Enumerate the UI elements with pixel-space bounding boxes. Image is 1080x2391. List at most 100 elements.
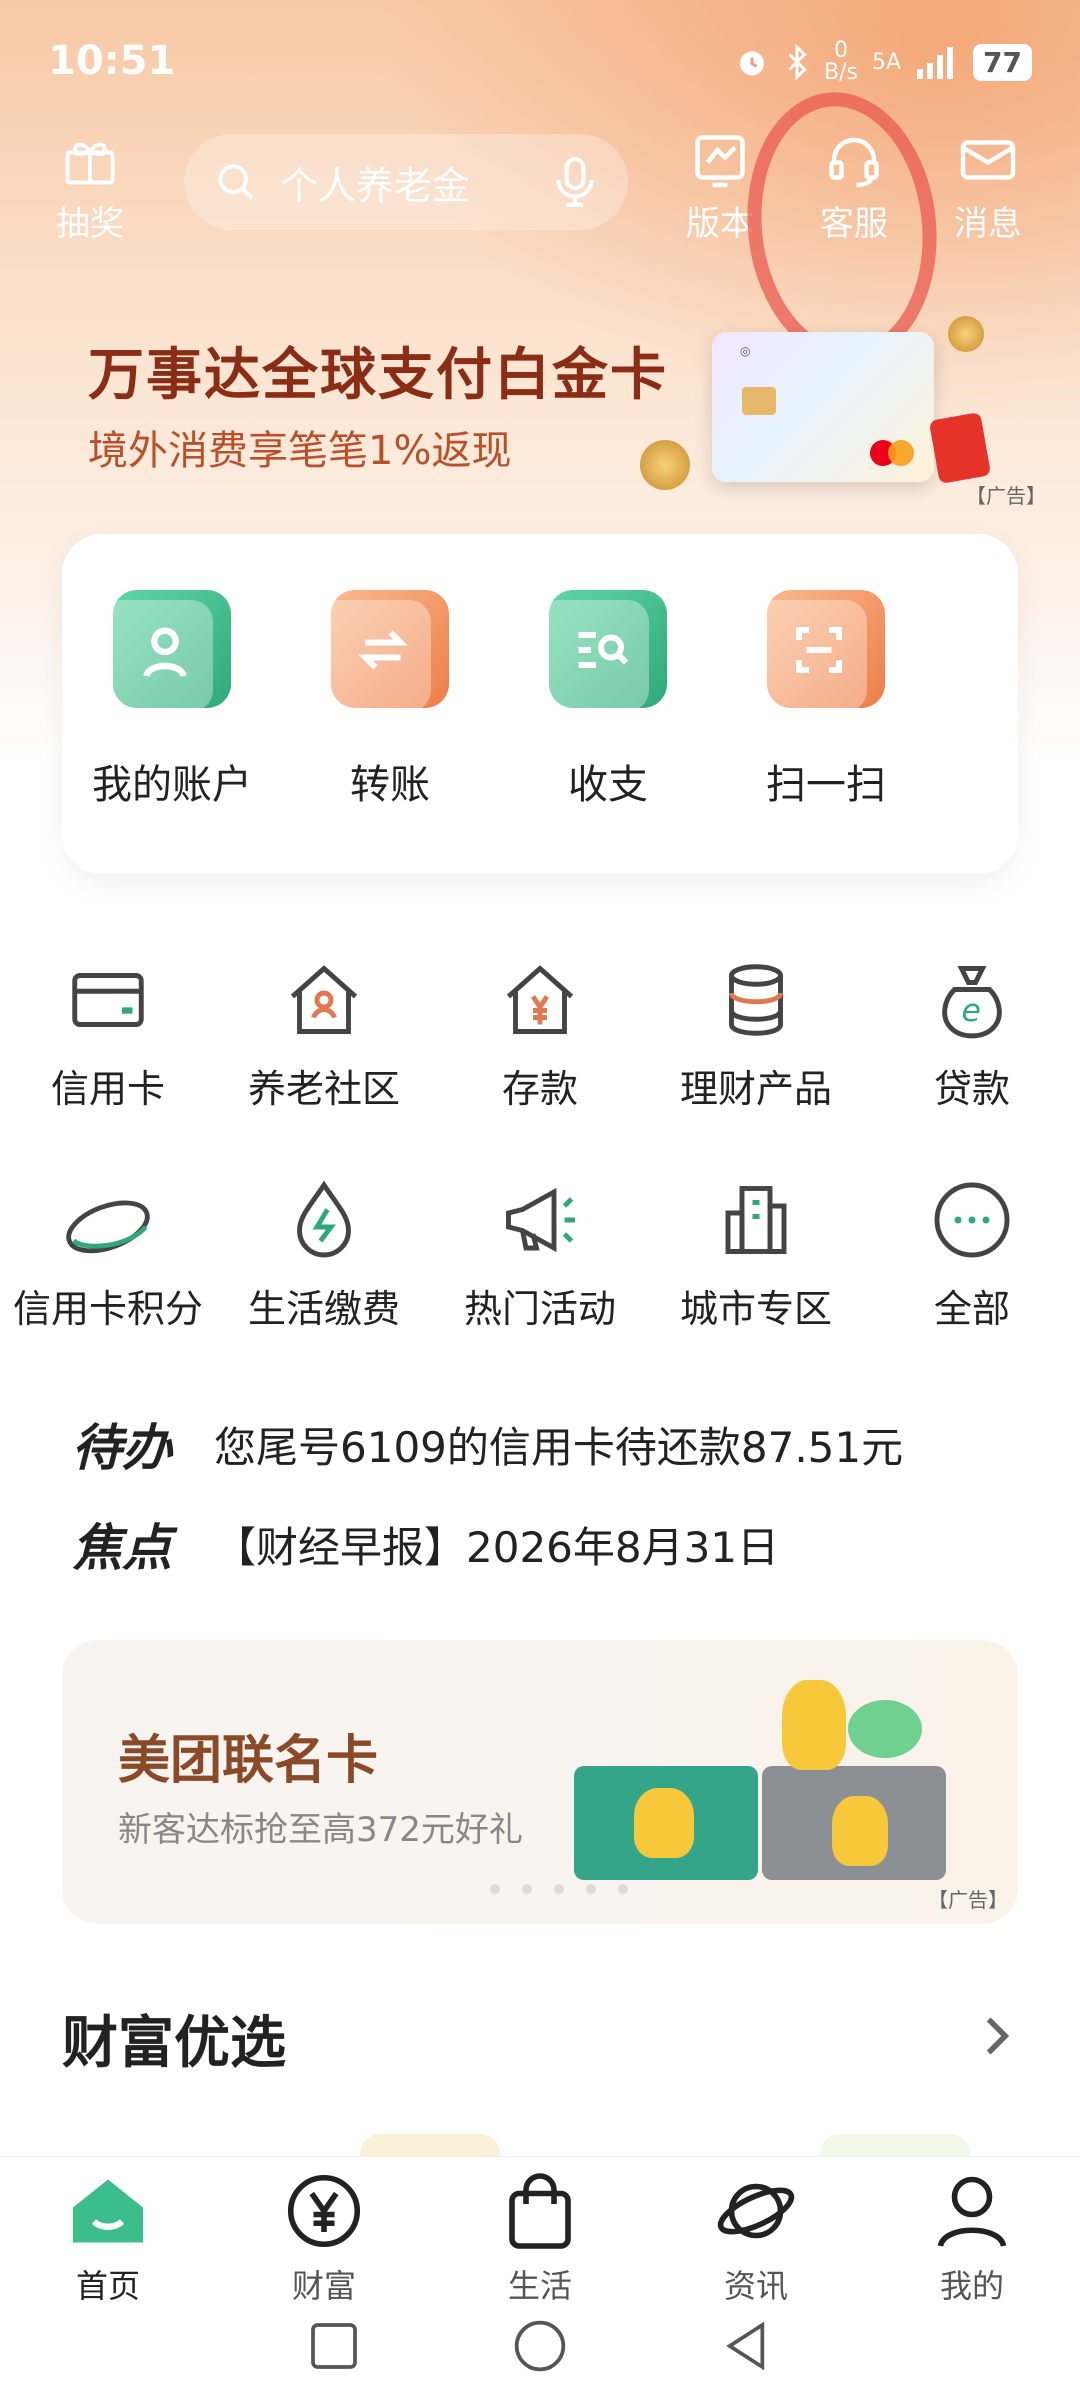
net-speed-unit: B/s [824,60,858,85]
transfer-icon [319,590,449,712]
status-icons: 0 B/s 5A 77 [734,40,1032,84]
quick-statement[interactable]: 收支 [508,590,708,810]
service-label: 贷款 [933,1067,1010,1111]
deposit-icon [506,965,574,1034]
service-hot-activities[interactable]: 热门活动 [432,1178,648,1333]
svg-text:e: e [962,993,981,1029]
search-bar[interactable]: 个人养老金 [184,134,628,230]
microphone-icon[interactable] [550,154,600,210]
nav-life[interactable]: 生活 [460,2169,620,2307]
search-placeholder: 个人养老金 [280,163,471,208]
planet-icon [717,2183,795,2239]
meituan-card-banner[interactable]: 美团联名卡 新客达标抢至高372元好礼 【广告】 [62,1640,1018,1924]
scan-icon [755,590,885,712]
person-icon [937,2176,1007,2248]
recent-apps-button[interactable] [306,2318,362,2374]
meituan-banner-title: 美团联名卡 [118,1731,379,1791]
nav-label: 财富 [291,2267,356,2305]
ad-tag: 【广告】 [966,484,1046,508]
service-city-zone[interactable]: 城市专区 [648,1178,864,1333]
ad-banner-title[interactable]: 万事达全球支付白金卡 [88,330,668,411]
message-button[interactable]: 消息 [938,130,1038,245]
lottery-button[interactable]: 抽奖 [40,130,140,245]
home-icon [73,2179,143,2243]
wealth-card-peek-2 [820,2134,970,2156]
statement-icon [537,590,667,712]
platinum-card-image[interactable]: ◎ [712,332,934,482]
battery-indicator: 77 [973,43,1032,81]
chevron-right-icon[interactable] [980,2014,1014,2058]
nav-label: 生活 [507,2267,572,2305]
account-icon [101,590,231,712]
status-bar: 10:51 0 B/s 5A 77 [48,38,1032,94]
service-label: 城市专区 [679,1287,832,1331]
lottery-label: 抽奖 [56,204,124,244]
quick-scan[interactable]: 扫一扫 [726,590,926,810]
bluetooth-icon [788,44,807,80]
service-credit-card[interactable]: 信用卡 [0,958,216,1113]
envelope-icon [960,140,1016,180]
service-deposit[interactable]: 存款 [432,958,648,1113]
service-label: 养老社区 [247,1067,400,1111]
todo-tag: 待办 [72,1419,172,1477]
kangaroo-mascot [782,1680,846,1770]
utility-pay-icon [297,1180,351,1258]
service-utility-pay[interactable]: 生活缴费 [216,1178,432,1333]
nav-mine[interactable]: 我的 [892,2169,1052,2307]
meituan-card-green [574,1766,758,1880]
nav-label: 首页 [75,2267,140,2305]
nav-news[interactable]: 资讯 [676,2169,836,2307]
service-label: 全部 [933,1287,1010,1331]
service-label: 信用卡积分 [12,1287,203,1331]
frog-mascot [848,1700,922,1758]
card-chip [742,387,776,415]
service-elder-community[interactable]: 养老社区 [216,958,432,1113]
city-icon [725,1186,787,1254]
wealth-card-peek [360,2134,500,2156]
nav-label: 资讯 [723,2267,788,2305]
ad-banner-subtitle[interactable]: 境外消费享笔笔1%返现 [88,418,511,476]
quick-my-account[interactable]: 我的账户 [72,590,272,810]
service-label: 生活缴费 [247,1287,400,1331]
service-loan[interactable]: e 贷款 [864,958,1080,1113]
coin-decoration-2 [948,316,984,352]
service-wealth-product[interactable]: 理财产品 [648,958,864,1113]
credit-card-icon [72,973,144,1027]
quick-label: 扫一扫 [766,762,886,808]
service-card-points[interactable]: 信用卡积分 [0,1178,216,1333]
service-label: 信用卡 [50,1067,165,1111]
nav-home[interactable]: 首页 [28,2169,188,2307]
meituan-ad-tag: 【广告】 [928,1888,1008,1912]
quick-label: 转账 [350,762,430,808]
todo-text[interactable]: 您尾号6109的信用卡待还款87.51元 [214,1414,903,1475]
net-speed: 0 B/s [824,40,858,84]
gift-icon [65,142,115,185]
back-system-button[interactable] [718,2318,774,2374]
wealth-product-icon [729,964,783,1036]
service-label: 存款 [501,1067,578,1111]
card-bank-logo: ◎ [740,344,751,358]
message-label: 消息 [954,204,1022,244]
red-packet-decoration [928,411,992,485]
service-label: 理财产品 [679,1067,832,1111]
megaphone-icon [506,1187,575,1253]
focus-tag: 焦点 [72,1519,172,1577]
yuan-icon [287,2174,361,2248]
home-system-button[interactable] [512,2318,568,2374]
version-icon [695,135,745,188]
focus-text[interactable]: 【财经早报】2026年8月31日 [214,1514,779,1575]
version-label: 版本 [686,204,754,244]
nav-label: 我的 [939,2267,1004,2305]
nav-wealth[interactable]: 财富 [244,2169,404,2307]
service-label: 热门活动 [463,1287,616,1331]
card-points-icon [66,1200,150,1254]
more-icon [934,1182,1010,1258]
elder-community-icon [290,965,358,1034]
quick-transfer[interactable]: 转账 [290,590,490,810]
loan-icon: e [942,966,1002,1039]
signal-label: 5A [871,49,902,75]
carousel-dots [490,1884,628,1894]
quick-actions-panel: 我的账户 转账 收支 扫一扫 [62,534,1018,874]
quick-label: 我的账户 [92,762,252,808]
service-all[interactable]: 全部 [864,1178,1080,1333]
